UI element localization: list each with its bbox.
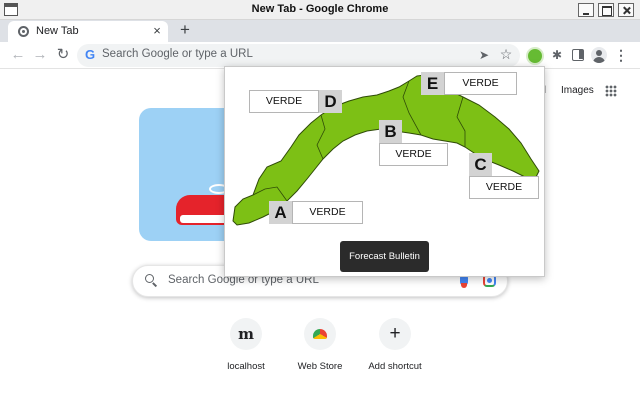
- shortcut-label: Add shortcut: [368, 361, 422, 372]
- zone-d-tag: VERDE D: [249, 90, 343, 113]
- zone-a-level: VERDE: [292, 201, 363, 224]
- zone-a-tag: A VERDE: [269, 201, 363, 224]
- close-window-icon[interactable]: [618, 3, 634, 17]
- weather-alert-extension-icon[interactable]: [526, 47, 544, 65]
- zone-d-level: VERDE: [249, 90, 319, 113]
- zone-a-letter: A: [269, 201, 292, 224]
- maximize-icon[interactable]: [598, 3, 614, 17]
- zone-c-tag: C VERDE: [469, 153, 539, 199]
- back-arrow-icon[interactable]: ←: [8, 45, 28, 65]
- weather-alert-popup: A VERDE B VERDE C VERDE VERDE D E VERDE …: [224, 66, 545, 277]
- window-title-bar: New Tab - Google Chrome: [0, 0, 640, 20]
- side-panel-icon[interactable]: [572, 49, 584, 61]
- shortcut-label: Web Store: [297, 361, 343, 372]
- shortcut-web-store[interactable]: Web Store: [280, 318, 360, 378]
- chrome-menu-icon[interactable]: ⋮: [614, 46, 628, 64]
- zone-e-tag: E VERDE: [421, 72, 517, 95]
- zone-c-level: VERDE: [469, 176, 539, 199]
- shortcut-label: localhost: [227, 361, 265, 372]
- browser-toolbar: ← → ↻ G Search Google or type a URL ➤ ☆ …: [0, 42, 640, 69]
- zone-b-tag: B VERDE: [379, 120, 448, 166]
- zone-b-letter: B: [379, 120, 402, 143]
- extensions-puzzle-icon[interactable]: ✱: [550, 48, 564, 62]
- google-g-icon: G: [84, 47, 96, 62]
- shortcut-localhost[interactable]: m localhost: [206, 318, 286, 378]
- zone-e-level: VERDE: [444, 72, 517, 95]
- tab-new-tab[interactable]: New Tab ×: [8, 21, 168, 42]
- minimize-icon[interactable]: [578, 3, 594, 17]
- omnibox[interactable]: G Search Google or type a URL ➤ ☆: [77, 44, 520, 67]
- tab-close-icon[interactable]: ×: [150, 24, 164, 38]
- shortcut-add[interactable]: + Add shortcut: [355, 318, 435, 378]
- new-tab-button[interactable]: +: [176, 21, 194, 39]
- forecast-bulletin-button[interactable]: Forecast Bulletin: [340, 241, 429, 272]
- localhost-favicon-icon: m: [230, 318, 262, 350]
- chrome-favicon-icon: [18, 26, 29, 37]
- forward-arrow-icon[interactable]: →: [30, 45, 50, 65]
- search-icon: [145, 274, 157, 286]
- tab-strip: New Tab × +: [0, 20, 640, 42]
- zone-c-letter: C: [469, 153, 492, 176]
- zone-d-letter: D: [319, 90, 342, 113]
- omnibox-placeholder[interactable]: Search Google or type a URL: [102, 48, 253, 60]
- tab-title: New Tab: [36, 25, 79, 37]
- window-title: New Tab - Google Chrome: [251, 3, 389, 15]
- plus-icon: +: [379, 318, 411, 350]
- bookmark-star-icon[interactable]: ☆: [498, 46, 514, 62]
- zone-e-letter: E: [421, 72, 444, 95]
- reload-icon[interactable]: ↻: [53, 45, 73, 65]
- google-apps-icon[interactable]: [605, 85, 617, 97]
- zone-b-level: VERDE: [379, 143, 448, 166]
- send-to-devices-icon[interactable]: ➤: [476, 47, 492, 63]
- web-store-icon: [304, 318, 336, 350]
- profile-avatar-icon[interactable]: [591, 47, 607, 63]
- images-link[interactable]: Images: [561, 85, 594, 96]
